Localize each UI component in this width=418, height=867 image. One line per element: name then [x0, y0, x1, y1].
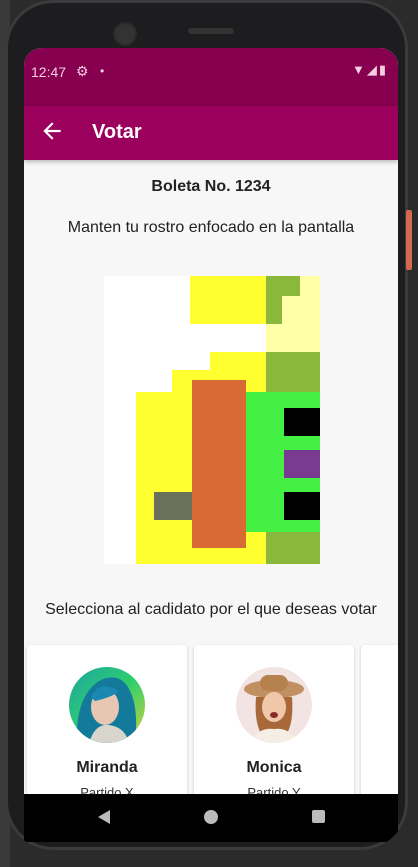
- notification-dot: •: [100, 64, 105, 78]
- nav-recent-apps-icon[interactable]: [312, 810, 325, 823]
- candidate-prompt: Selecciona al cadidato por el que deseas…: [45, 601, 377, 618]
- candidate-card[interactable]: Miranda Partido X: [27, 645, 187, 794]
- status-bar: 12:47 ⚙ • ▼◢▮: [24, 48, 398, 106]
- face-instruction: Manten tu rostro enfocado en la pantalla: [67, 219, 355, 236]
- candidate-name: Monica: [246, 759, 302, 776]
- front-camera: [113, 22, 137, 46]
- app-bar: Votar: [24, 106, 398, 160]
- avatar: [69, 667, 145, 743]
- earpiece-speaker: [188, 28, 234, 34]
- arrow-left-icon[interactable]: [39, 118, 65, 144]
- page-title: Votar: [92, 121, 142, 143]
- candidate-party: Partido Y: [247, 785, 301, 794]
- nav-home-icon[interactable]: [204, 810, 218, 824]
- emulator-side-button[interactable]: [406, 210, 412, 270]
- nav-back-icon[interactable]: [98, 810, 110, 824]
- candidate-list[interactable]: Miranda Partido X Monica Partido Y: [24, 645, 398, 794]
- signal-battery-icons: ▼◢▮: [351, 62, 388, 77]
- candidate-name: Miranda: [76, 759, 138, 776]
- app-screen: 12:47 ⚙ • ▼◢▮ Votar Boleta No. 1234 Mant…: [24, 48, 398, 794]
- camera-preview: [104, 276, 320, 564]
- candidate-card[interactable]: Monica Partido Y: [194, 645, 354, 794]
- candidate-card-partial[interactable]: [361, 645, 398, 794]
- android-nav-bar: [24, 794, 398, 842]
- ballot-number: Boleta No. 1234: [151, 178, 271, 195]
- gear-icon: ⚙: [76, 63, 89, 79]
- status-time: 12:47: [31, 64, 67, 80]
- candidate-party: Partido X: [80, 785, 134, 794]
- avatar: [236, 667, 312, 743]
- phone-emulator-frame: 12:47 ⚙ • ▼◢▮ Votar Boleta No. 1234 Mant…: [5, 0, 408, 850]
